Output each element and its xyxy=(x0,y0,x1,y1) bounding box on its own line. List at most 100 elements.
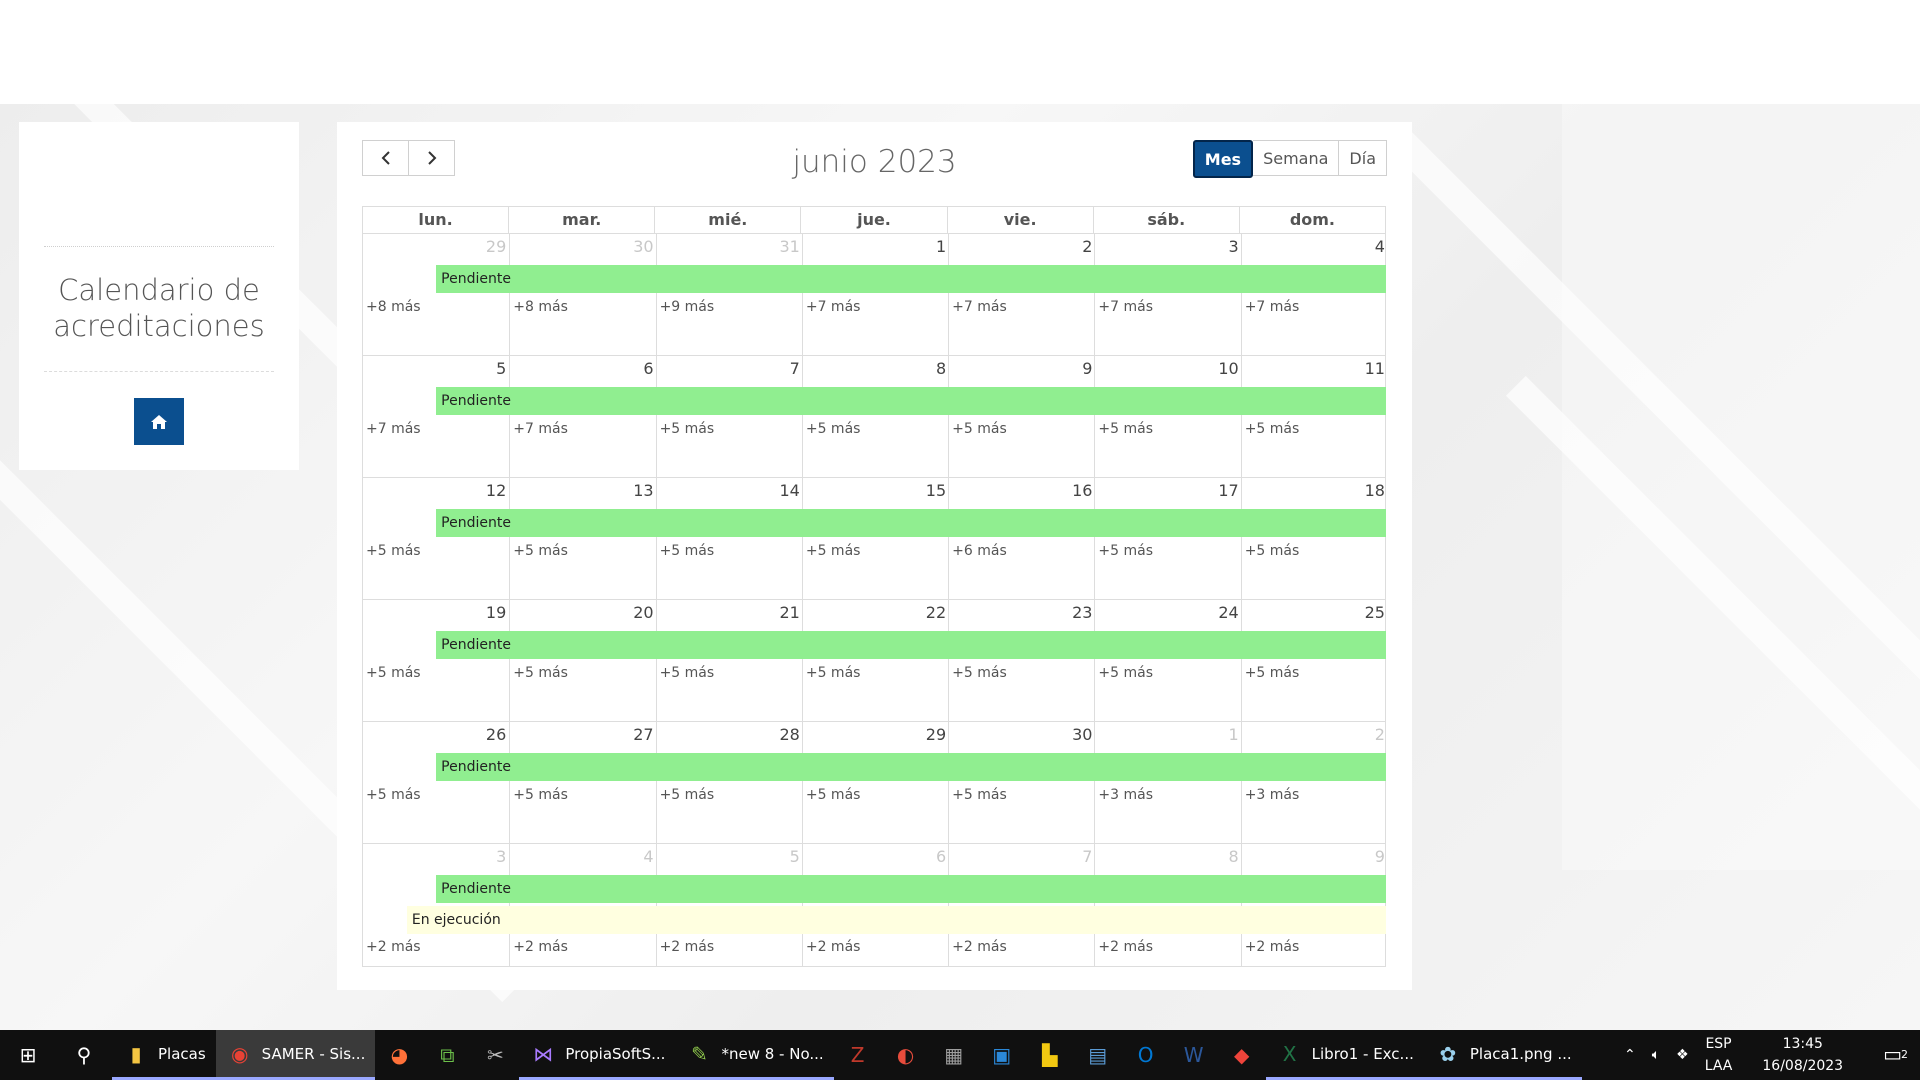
day-number[interactable]: 15 xyxy=(926,481,946,500)
more-events-link[interactable]: +5 más xyxy=(806,787,861,803)
language-indicator[interactable]: ESP LAA xyxy=(1697,1033,1741,1077)
day-cell[interactable]: 5 +2 más xyxy=(655,844,803,966)
more-events-link[interactable]: +8 más xyxy=(513,299,568,315)
more-events-link[interactable]: +5 más xyxy=(660,787,715,803)
calendar-event[interactable]: En ejecución xyxy=(406,906,1386,934)
taskbar-item-anydesk[interactable]: ◆ xyxy=(1218,1030,1266,1080)
more-events-link[interactable]: +5 más xyxy=(952,665,1007,681)
more-events-link[interactable]: +5 más xyxy=(952,787,1007,803)
taskbar-item-outlook[interactable]: O xyxy=(1122,1030,1170,1080)
day-number[interactable]: 8 xyxy=(1229,847,1239,866)
day-cell[interactable]: 13 +5 más xyxy=(509,478,656,599)
day-cell[interactable]: 4 +2 más xyxy=(509,844,656,966)
more-events-link[interactable]: +2 más xyxy=(1245,939,1300,955)
day-cell[interactable]: 3 +2 más xyxy=(363,844,509,966)
day-cell[interactable]: 6 +2 más xyxy=(801,844,949,966)
more-events-link[interactable]: +5 más xyxy=(660,543,715,559)
day-cell[interactable]: 8 +2 más xyxy=(1094,844,1241,966)
day-cell[interactable]: 22 +5 más xyxy=(801,600,949,721)
taskbar-item-chrome[interactable]: ◉ SAMER - Sis... xyxy=(215,1030,376,1080)
more-events-link[interactable]: +5 más xyxy=(366,543,421,559)
taskbar-item-visual-studio[interactable]: ⋈ PropiaSoftS... xyxy=(519,1030,676,1080)
day-cell[interactable]: 31 +9 más xyxy=(655,234,803,355)
more-events-link[interactable]: +5 más xyxy=(1098,665,1153,681)
day-cell[interactable]: 8 +5 más xyxy=(801,356,949,477)
day-number[interactable]: 16 xyxy=(1072,481,1092,500)
day-number[interactable]: 25 xyxy=(1365,603,1385,622)
day-number[interactable]: 7 xyxy=(1082,847,1092,866)
day-cell[interactable]: 1 +3 más xyxy=(1094,722,1241,843)
more-events-link[interactable]: +7 más xyxy=(1245,299,1300,315)
day-number[interactable]: 3 xyxy=(1229,237,1239,256)
calendar-event[interactable]: Pendiente xyxy=(436,265,1386,293)
taskbar-item-app-window[interactable]: ▣ xyxy=(978,1030,1026,1080)
day-number[interactable]: 1 xyxy=(936,237,946,256)
more-events-link[interactable]: +7 más xyxy=(952,299,1007,315)
day-cell[interactable]: 3 +7 más xyxy=(1094,234,1241,355)
day-cell[interactable]: 20 +5 más xyxy=(509,600,656,721)
day-cell[interactable]: 11 +5 más xyxy=(1240,356,1388,477)
more-events-link[interactable]: +5 más xyxy=(660,421,715,437)
day-cell[interactable]: 4 +7 más xyxy=(1240,234,1388,355)
day-number[interactable]: 28 xyxy=(779,725,799,744)
taskbar-item-power-bi[interactable]: ▙ xyxy=(1026,1030,1074,1080)
day-cell[interactable]: 19 +5 más xyxy=(363,600,509,721)
day-cell[interactable]: 29 +5 más xyxy=(801,722,949,843)
more-events-link[interactable]: +5 más xyxy=(1245,543,1300,559)
taskbar-item-filezilla[interactable]: Z xyxy=(834,1030,882,1080)
volume-icon[interactable]: 🔈︎ xyxy=(1644,1044,1668,1066)
day-number[interactable]: 4 xyxy=(643,847,653,866)
taskbar-item-windows-start[interactable]: ⊞ xyxy=(0,1030,56,1080)
day-cell[interactable]: 9 +2 más xyxy=(1240,844,1388,966)
more-events-link[interactable]: +5 más xyxy=(806,543,861,559)
day-number[interactable]: 29 xyxy=(486,237,506,256)
day-cell[interactable]: 29 +8 más xyxy=(363,234,509,355)
more-events-link[interactable]: +3 más xyxy=(1098,787,1153,803)
tray-chevron-icon[interactable]: ⌃ xyxy=(1616,1044,1644,1066)
day-number[interactable]: 9 xyxy=(1082,359,1092,378)
day-number[interactable]: 30 xyxy=(1072,725,1092,744)
day-number[interactable]: 7 xyxy=(790,359,800,378)
taskbar-item-search[interactable]: ⚲ xyxy=(56,1030,112,1080)
day-number[interactable]: 22 xyxy=(926,603,946,622)
view-day-button[interactable]: Día xyxy=(1339,140,1387,176)
day-cell[interactable]: 30 +8 más xyxy=(509,234,656,355)
more-events-link[interactable]: +7 más xyxy=(513,421,568,437)
calendar-event[interactable]: Pendiente xyxy=(436,753,1386,781)
more-events-link[interactable]: +5 más xyxy=(1098,421,1153,437)
day-number[interactable]: 21 xyxy=(779,603,799,622)
more-events-link[interactable]: +3 más xyxy=(1245,787,1300,803)
day-number[interactable]: 2 xyxy=(1082,237,1092,256)
day-cell[interactable]: 16 +6 más xyxy=(948,478,1095,599)
day-number[interactable]: 9 xyxy=(1375,847,1385,866)
more-events-link[interactable]: +7 más xyxy=(1098,299,1153,315)
day-number[interactable]: 13 xyxy=(633,481,653,500)
day-cell[interactable]: 15 +5 más xyxy=(801,478,949,599)
day-cell[interactable]: 23 +5 más xyxy=(948,600,1095,721)
dropbox-icon[interactable]: ❖ xyxy=(1668,1044,1697,1066)
day-cell[interactable]: 14 +5 más xyxy=(655,478,803,599)
more-events-link[interactable]: +5 más xyxy=(806,665,861,681)
day-cell[interactable]: 24 +5 más xyxy=(1094,600,1241,721)
calendar-event[interactable]: Pendiente xyxy=(436,509,1386,537)
taskbar-item-notepadpp[interactable]: ✎ *new 8 - No... xyxy=(675,1030,834,1080)
day-cell[interactable]: 1 +7 más xyxy=(801,234,949,355)
home-button[interactable] xyxy=(134,398,184,445)
day-number[interactable]: 17 xyxy=(1218,481,1238,500)
more-events-link[interactable]: +5 más xyxy=(513,543,568,559)
taskbar-item-tools[interactable]: ✂ xyxy=(471,1030,519,1080)
calendar-event[interactable]: Pendiente xyxy=(436,631,1386,659)
taskbar-item-firefox[interactable]: ◕ xyxy=(375,1030,423,1080)
day-cell[interactable]: 28 +5 más xyxy=(655,722,803,843)
day-number[interactable]: 2 xyxy=(1375,725,1385,744)
more-events-link[interactable]: +2 más xyxy=(366,939,421,955)
day-number[interactable]: 26 xyxy=(486,725,506,744)
day-cell[interactable]: 18 +5 más xyxy=(1240,478,1388,599)
day-number[interactable]: 12 xyxy=(486,481,506,500)
notification-icon[interactable]: ▭ 2 xyxy=(1865,1043,1920,1068)
more-events-link[interactable]: +6 más xyxy=(952,543,1007,559)
day-cell[interactable]: 6 +7 más xyxy=(509,356,656,477)
day-cell[interactable]: 25 +5 más xyxy=(1240,600,1388,721)
more-events-link[interactable]: +5 más xyxy=(1245,421,1300,437)
more-events-link[interactable]: +2 más xyxy=(513,939,568,955)
